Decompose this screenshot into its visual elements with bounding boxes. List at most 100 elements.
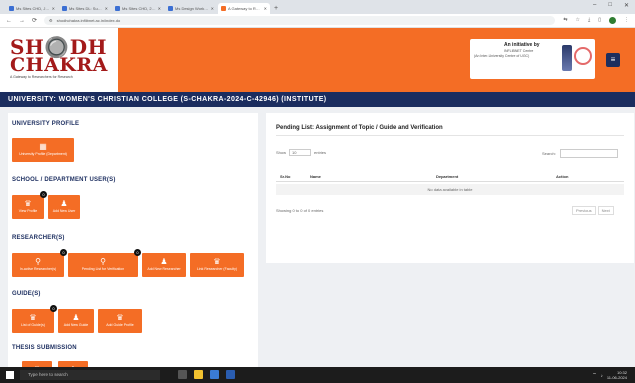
close-tab-icon[interactable]: ✕	[158, 6, 161, 11]
previous-page-button[interactable]: Previous	[572, 206, 596, 215]
browser-tab[interactable]: Ms Sites CHD, Jan 2022 ...✕	[6, 3, 58, 14]
browser-menu-icon[interactable]: ⋮	[624, 17, 629, 24]
task-view-icon[interactable]	[178, 370, 187, 379]
window-controls: – □ ✕	[593, 2, 629, 9]
count-badge: 0	[60, 249, 67, 256]
add-new-user-button[interactable]: ♟ Add New User	[48, 195, 80, 219]
user-plus-icon: ♟	[160, 257, 168, 266]
maximize-icon[interactable]: □	[608, 2, 612, 9]
next-page-button[interactable]: Next	[597, 206, 614, 215]
ugc-seal-icon	[574, 47, 592, 65]
count-badge: 0	[40, 191, 47, 198]
dashboard-menu: UNIVERSITY PROFILE ▦ University Profile …	[8, 113, 258, 383]
column-header[interactable]: Sr.No	[280, 174, 290, 179]
divider	[276, 135, 624, 136]
close-window-icon[interactable]: ✕	[624, 2, 629, 9]
translate-icon[interactable]: ⇆	[563, 17, 567, 24]
clock[interactable]: 10:32 11-06-2024	[607, 370, 627, 380]
university-bar: UNIVERSITY: WOMEN'S CHRISTIAN COLLEGE (S…	[0, 92, 635, 107]
section-title-school-users: SCHOOL / DEPARTMENT USER(S)	[12, 177, 116, 183]
hamburger-menu-button[interactable]: ≡	[606, 53, 620, 67]
column-header[interactable]: Name	[310, 174, 321, 179]
user-plus-icon: ♟	[72, 313, 80, 322]
download-icon[interactable]: ⤓	[588, 17, 590, 24]
bookmark-star-icon[interactable]: ☆	[576, 17, 580, 24]
close-tab-icon[interactable]: ✕	[264, 6, 267, 11]
browser-tab[interactable]: Ms Sites CHD, 2022 ...✕	[112, 3, 164, 14]
table-info: Showing 0 to 0 of 0 entries	[276, 208, 324, 213]
count-badge: 0	[50, 305, 57, 312]
search-input[interactable]	[559, 149, 618, 158]
browser-tab-bar: Ms Sites CHD, Jan 2022 ...✕ Ms Sites DL:…	[0, 0, 635, 14]
close-tab-icon[interactable]: ✕	[105, 6, 108, 11]
reload-icon[interactable]: ⟳	[32, 17, 37, 24]
section-title-university-profile: UNIVERSITY PROFILE	[12, 121, 80, 127]
browser-tab[interactable]: Ms Design Working - ...✕	[165, 3, 217, 14]
inflibnet-initiative-box: An initiative by INFLIBNET Centre (An In…	[470, 39, 595, 79]
pending-verification-button[interactable]: ⚲ Pending List for Verification 0	[68, 249, 141, 277]
close-tab-icon[interactable]: ✕	[211, 6, 214, 11]
search-icon: ⚲	[100, 257, 106, 266]
users-icon: ♛	[29, 313, 37, 322]
close-tab-icon[interactable]: ✕	[52, 6, 55, 11]
pending-list-panel: Pending List: Assignment of Topic / Guid…	[266, 113, 634, 263]
add-new-guide-button[interactable]: ♟ Add New Guide	[58, 309, 94, 333]
section-title-thesis-submission: THESIS SUBMISSION	[12, 345, 77, 351]
taskbar-search-input[interactable]: Type here to search	[20, 370, 160, 380]
users-icon: ♛	[116, 313, 124, 322]
column-header[interactable]: Department	[436, 174, 458, 179]
university-profile-button[interactable]: ▦ University Profile (Department)	[12, 138, 74, 162]
forward-icon[interactable]: →	[19, 18, 25, 24]
add-guide-profile-button[interactable]: ♛ Add Guide Profile	[98, 309, 142, 333]
panel-title: Pending List: Assignment of Topic / Guid…	[276, 125, 443, 131]
entries-select[interactable]: 10	[289, 149, 312, 156]
sidebar-icon[interactable]: ▯	[598, 17, 601, 24]
browser-tab-active[interactable]: A Gateway to Researchers ...✕	[218, 3, 270, 14]
favicon-icon	[221, 6, 226, 11]
shodhchakra-logo[interactable]: SH🔘DH CHAKRA A Gateway to Researchers fo…	[0, 28, 118, 92]
browser-tab[interactable]: Ms Sites DL: Summary ...✕	[59, 3, 111, 14]
file-explorer-icon[interactable]	[194, 370, 203, 379]
windows-taskbar: Type here to search ⌔ ♪ 10:32 11-06-2024	[0, 367, 635, 383]
favicon-icon	[168, 6, 173, 11]
users-icon: ♛	[213, 257, 221, 266]
address-bar: ← → ⟳ ⚙ shodhchakra.inflibnet.ac.in/inde…	[0, 14, 635, 28]
windows-start-icon[interactable]	[6, 371, 14, 379]
favicon-icon	[9, 6, 14, 11]
system-tray: ⌔ ♪ 10:32 11-06-2024	[592, 370, 627, 380]
section-title-researchers: RESEARCHER(S)	[12, 235, 65, 241]
list-of-guides-button[interactable]: ♛ List of Guide(s) 0	[12, 305, 57, 333]
pagination: Previous Next	[572, 206, 614, 215]
wifi-icon[interactable]: ⌔	[592, 372, 596, 378]
chrome-icon[interactable]	[210, 370, 219, 379]
new-tab-icon[interactable]: +	[274, 5, 278, 12]
main-content: UNIVERSITY PROFILE ▦ University Profile …	[0, 107, 635, 383]
add-new-researcher-button[interactable]: ♟ Add New Researcher	[142, 253, 186, 277]
table-search: Search:	[542, 149, 618, 158]
favicon-icon	[62, 6, 67, 11]
column-header[interactable]: Action	[556, 174, 568, 179]
site-info-icon[interactable]: ⚙	[49, 18, 53, 23]
search-icon: ⚲	[35, 257, 41, 266]
count-badge: 0	[134, 249, 141, 256]
back-icon[interactable]: ←	[6, 18, 12, 24]
minimize-icon[interactable]: –	[593, 2, 596, 9]
empty-table-row: No data available in table	[276, 184, 624, 195]
user-plus-icon: ♟	[60, 199, 68, 208]
inactive-researchers-button[interactable]: ⚲ In-active Researcher(s) 0	[12, 249, 67, 277]
url-field[interactable]: ⚙ shodhchakra.inflibnet.ac.in/index.do	[44, 16, 556, 25]
site-header: SH🔘DH CHAKRA A Gateway to Researchers fo…	[0, 28, 635, 92]
section-title-guides: GUIDE(S)	[12, 291, 41, 297]
favicon-icon	[115, 6, 120, 11]
building-icon: ▦	[39, 142, 47, 151]
profile-avatar-icon[interactable]	[609, 17, 616, 24]
link-researcher-button[interactable]: ♛ Link Researcher (Faculty)	[190, 253, 244, 277]
inflibnet-emblem-icon	[562, 45, 572, 71]
volume-icon[interactable]: ♪	[601, 373, 603, 378]
view-profile-button[interactable]: ♛ View Profile 0	[12, 191, 47, 219]
users-icon: ♛	[24, 199, 32, 208]
table-header: Sr.No Name Department Action	[276, 170, 624, 182]
browser-tools: ⇆ ☆ ⤓ ▯ ⋮	[563, 17, 629, 24]
edge-icon[interactable]	[226, 370, 235, 379]
entries-length-control: Show 10 entries	[276, 149, 327, 156]
